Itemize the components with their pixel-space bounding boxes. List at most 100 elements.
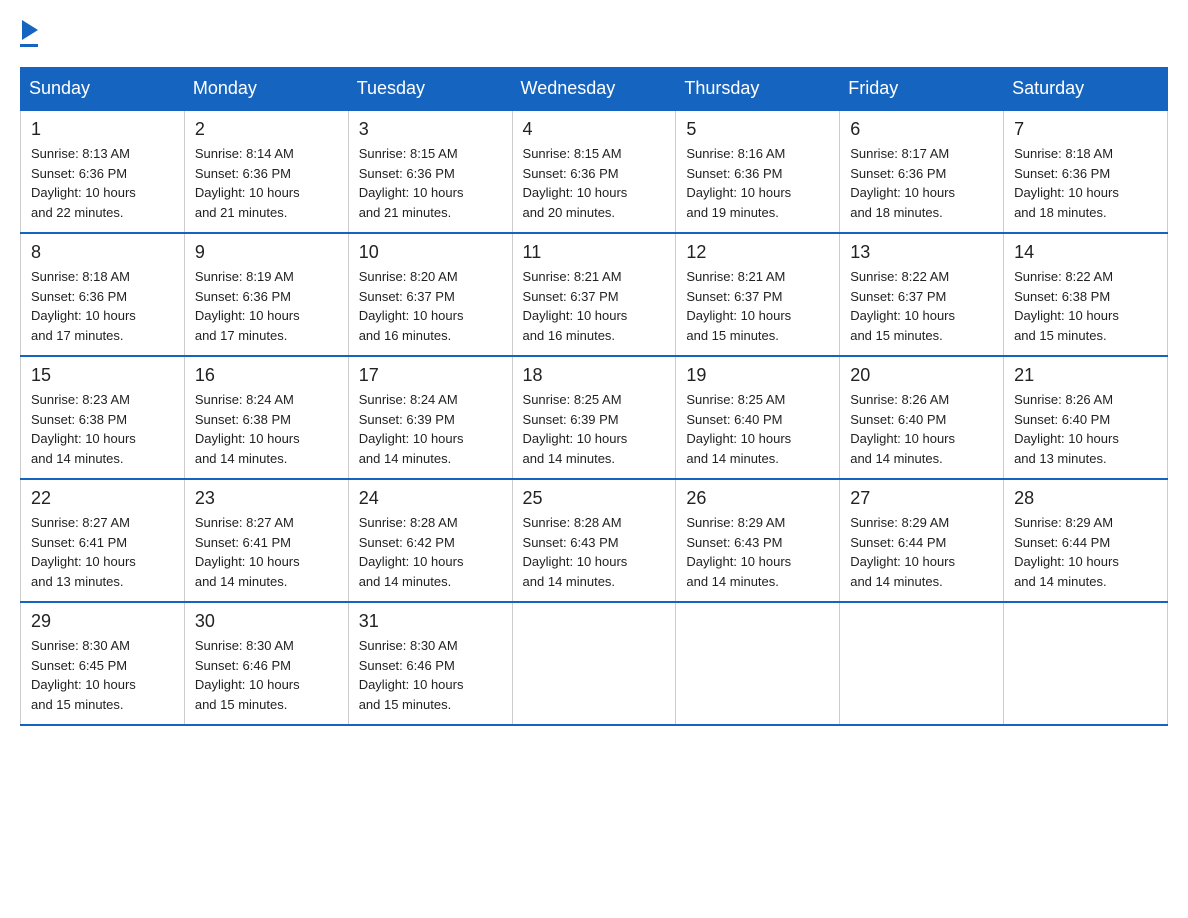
calendar-cell: 13 Sunrise: 8:22 AM Sunset: 6:37 PM Dayl… — [840, 233, 1004, 356]
day-info: Sunrise: 8:16 AM Sunset: 6:36 PM Dayligh… — [686, 144, 829, 222]
day-info: Sunrise: 8:18 AM Sunset: 6:36 PM Dayligh… — [1014, 144, 1157, 222]
logo — [20, 20, 38, 47]
day-info: Sunrise: 8:19 AM Sunset: 6:36 PM Dayligh… — [195, 267, 338, 345]
day-info: Sunrise: 8:21 AM Sunset: 6:37 PM Dayligh… — [686, 267, 829, 345]
day-info: Sunrise: 8:13 AM Sunset: 6:36 PM Dayligh… — [31, 144, 174, 222]
day-info: Sunrise: 8:15 AM Sunset: 6:36 PM Dayligh… — [359, 144, 502, 222]
day-info: Sunrise: 8:24 AM Sunset: 6:39 PM Dayligh… — [359, 390, 502, 468]
calendar-cell: 20 Sunrise: 8:26 AM Sunset: 6:40 PM Dayl… — [840, 356, 1004, 479]
calendar-cell: 30 Sunrise: 8:30 AM Sunset: 6:46 PM Dayl… — [184, 602, 348, 725]
day-info: Sunrise: 8:29 AM Sunset: 6:43 PM Dayligh… — [686, 513, 829, 591]
calendar-cell: 15 Sunrise: 8:23 AM Sunset: 6:38 PM Dayl… — [21, 356, 185, 479]
calendar-cell: 25 Sunrise: 8:28 AM Sunset: 6:43 PM Dayl… — [512, 479, 676, 602]
calendar-cell: 28 Sunrise: 8:29 AM Sunset: 6:44 PM Dayl… — [1004, 479, 1168, 602]
calendar-cell: 12 Sunrise: 8:21 AM Sunset: 6:37 PM Dayl… — [676, 233, 840, 356]
day-info: Sunrise: 8:29 AM Sunset: 6:44 PM Dayligh… — [850, 513, 993, 591]
day-number: 1 — [31, 119, 174, 140]
calendar-cell: 9 Sunrise: 8:19 AM Sunset: 6:36 PM Dayli… — [184, 233, 348, 356]
calendar-cell: 2 Sunrise: 8:14 AM Sunset: 6:36 PM Dayli… — [184, 110, 348, 233]
day-number: 31 — [359, 611, 502, 632]
day-number: 21 — [1014, 365, 1157, 386]
calendar-cell: 5 Sunrise: 8:16 AM Sunset: 6:36 PM Dayli… — [676, 110, 840, 233]
calendar-cell: 23 Sunrise: 8:27 AM Sunset: 6:41 PM Dayl… — [184, 479, 348, 602]
day-info: Sunrise: 8:25 AM Sunset: 6:40 PM Dayligh… — [686, 390, 829, 468]
day-number: 11 — [523, 242, 666, 263]
header-friday: Friday — [840, 68, 1004, 111]
day-number: 26 — [686, 488, 829, 509]
calendar-table: SundayMondayTuesdayWednesdayThursdayFrid… — [20, 67, 1168, 726]
day-number: 16 — [195, 365, 338, 386]
day-number: 17 — [359, 365, 502, 386]
header-thursday: Thursday — [676, 68, 840, 111]
calendar-cell — [1004, 602, 1168, 725]
day-number: 8 — [31, 242, 174, 263]
header-wednesday: Wednesday — [512, 68, 676, 111]
calendar-header-row: SundayMondayTuesdayWednesdayThursdayFrid… — [21, 68, 1168, 111]
day-number: 9 — [195, 242, 338, 263]
day-info: Sunrise: 8:15 AM Sunset: 6:36 PM Dayligh… — [523, 144, 666, 222]
calendar-cell: 31 Sunrise: 8:30 AM Sunset: 6:46 PM Dayl… — [348, 602, 512, 725]
header-saturday: Saturday — [1004, 68, 1168, 111]
calendar-cell: 7 Sunrise: 8:18 AM Sunset: 6:36 PM Dayli… — [1004, 110, 1168, 233]
calendar-cell — [840, 602, 1004, 725]
calendar-cell: 17 Sunrise: 8:24 AM Sunset: 6:39 PM Dayl… — [348, 356, 512, 479]
calendar-cell: 21 Sunrise: 8:26 AM Sunset: 6:40 PM Dayl… — [1004, 356, 1168, 479]
day-number: 12 — [686, 242, 829, 263]
calendar-cell: 27 Sunrise: 8:29 AM Sunset: 6:44 PM Dayl… — [840, 479, 1004, 602]
day-number: 6 — [850, 119, 993, 140]
day-number: 23 — [195, 488, 338, 509]
calendar-cell: 14 Sunrise: 8:22 AM Sunset: 6:38 PM Dayl… — [1004, 233, 1168, 356]
day-info: Sunrise: 8:26 AM Sunset: 6:40 PM Dayligh… — [850, 390, 993, 468]
day-number: 5 — [686, 119, 829, 140]
day-number: 15 — [31, 365, 174, 386]
day-info: Sunrise: 8:20 AM Sunset: 6:37 PM Dayligh… — [359, 267, 502, 345]
week-row-2: 8 Sunrise: 8:18 AM Sunset: 6:36 PM Dayli… — [21, 233, 1168, 356]
day-info: Sunrise: 8:14 AM Sunset: 6:36 PM Dayligh… — [195, 144, 338, 222]
day-number: 3 — [359, 119, 502, 140]
day-info: Sunrise: 8:29 AM Sunset: 6:44 PM Dayligh… — [1014, 513, 1157, 591]
day-number: 13 — [850, 242, 993, 263]
day-number: 28 — [1014, 488, 1157, 509]
day-info: Sunrise: 8:24 AM Sunset: 6:38 PM Dayligh… — [195, 390, 338, 468]
week-row-4: 22 Sunrise: 8:27 AM Sunset: 6:41 PM Dayl… — [21, 479, 1168, 602]
day-number: 7 — [1014, 119, 1157, 140]
day-number: 2 — [195, 119, 338, 140]
day-info: Sunrise: 8:25 AM Sunset: 6:39 PM Dayligh… — [523, 390, 666, 468]
calendar-cell: 11 Sunrise: 8:21 AM Sunset: 6:37 PM Dayl… — [512, 233, 676, 356]
calendar-cell: 8 Sunrise: 8:18 AM Sunset: 6:36 PM Dayli… — [21, 233, 185, 356]
calendar-cell: 16 Sunrise: 8:24 AM Sunset: 6:38 PM Dayl… — [184, 356, 348, 479]
day-info: Sunrise: 8:28 AM Sunset: 6:43 PM Dayligh… — [523, 513, 666, 591]
calendar-cell — [676, 602, 840, 725]
header-monday: Monday — [184, 68, 348, 111]
day-number: 25 — [523, 488, 666, 509]
day-info: Sunrise: 8:26 AM Sunset: 6:40 PM Dayligh… — [1014, 390, 1157, 468]
day-number: 22 — [31, 488, 174, 509]
day-info: Sunrise: 8:30 AM Sunset: 6:46 PM Dayligh… — [195, 636, 338, 714]
day-info: Sunrise: 8:27 AM Sunset: 6:41 PM Dayligh… — [31, 513, 174, 591]
logo-arrow-icon — [22, 20, 38, 40]
day-number: 19 — [686, 365, 829, 386]
day-info: Sunrise: 8:28 AM Sunset: 6:42 PM Dayligh… — [359, 513, 502, 591]
calendar-cell: 22 Sunrise: 8:27 AM Sunset: 6:41 PM Dayl… — [21, 479, 185, 602]
day-info: Sunrise: 8:18 AM Sunset: 6:36 PM Dayligh… — [31, 267, 174, 345]
day-number: 27 — [850, 488, 993, 509]
day-number: 4 — [523, 119, 666, 140]
calendar-cell — [512, 602, 676, 725]
day-info: Sunrise: 8:30 AM Sunset: 6:46 PM Dayligh… — [359, 636, 502, 714]
day-number: 24 — [359, 488, 502, 509]
calendar-cell: 10 Sunrise: 8:20 AM Sunset: 6:37 PM Dayl… — [348, 233, 512, 356]
calendar-cell: 6 Sunrise: 8:17 AM Sunset: 6:36 PM Dayli… — [840, 110, 1004, 233]
day-info: Sunrise: 8:22 AM Sunset: 6:37 PM Dayligh… — [850, 267, 993, 345]
day-number: 14 — [1014, 242, 1157, 263]
day-info: Sunrise: 8:17 AM Sunset: 6:36 PM Dayligh… — [850, 144, 993, 222]
calendar-cell: 26 Sunrise: 8:29 AM Sunset: 6:43 PM Dayl… — [676, 479, 840, 602]
day-info: Sunrise: 8:23 AM Sunset: 6:38 PM Dayligh… — [31, 390, 174, 468]
logo-underline — [20, 44, 38, 47]
calendar-cell: 19 Sunrise: 8:25 AM Sunset: 6:40 PM Dayl… — [676, 356, 840, 479]
calendar-cell: 24 Sunrise: 8:28 AM Sunset: 6:42 PM Dayl… — [348, 479, 512, 602]
week-row-5: 29 Sunrise: 8:30 AM Sunset: 6:45 PM Dayl… — [21, 602, 1168, 725]
page-header — [20, 20, 1168, 47]
calendar-cell: 29 Sunrise: 8:30 AM Sunset: 6:45 PM Dayl… — [21, 602, 185, 725]
day-info: Sunrise: 8:22 AM Sunset: 6:38 PM Dayligh… — [1014, 267, 1157, 345]
day-info: Sunrise: 8:27 AM Sunset: 6:41 PM Dayligh… — [195, 513, 338, 591]
